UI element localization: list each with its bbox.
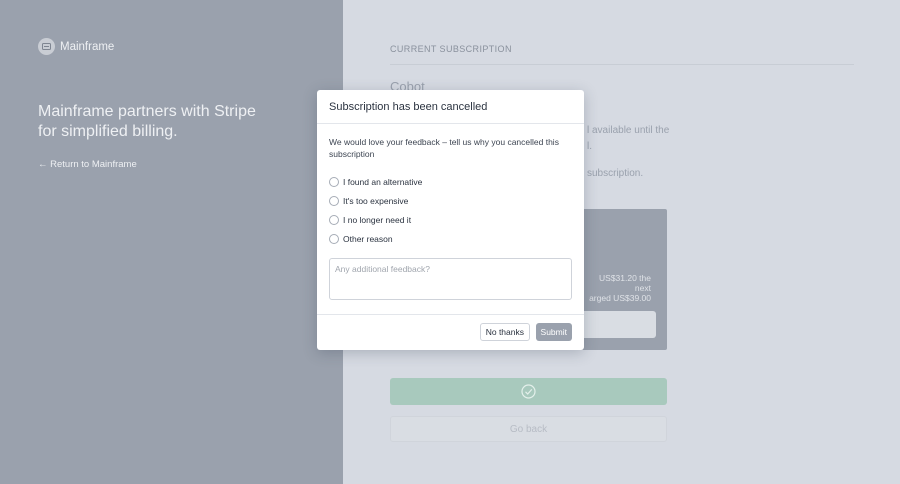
confirm-button[interactable] <box>390 378 667 405</box>
radio-button[interactable] <box>329 214 339 225</box>
modal-footer: No thanks Submit <box>317 314 584 350</box>
reason-option-alternative[interactable]: I found an alternative <box>329 172 572 191</box>
reason-option-no-longer-need[interactable]: I no longer need it <box>329 210 572 229</box>
feedback-prompt: We would love your feedback – tell us wh… <box>329 137 559 159</box>
reason-options: I found an alternative It's too expensiv… <box>329 172 572 248</box>
reason-option-other[interactable]: Other reason <box>329 229 572 248</box>
feedback-textarea[interactable] <box>329 258 572 300</box>
no-thanks-button[interactable]: No thanks <box>479 323 530 341</box>
mainframe-logo-icon <box>38 38 55 55</box>
cancellation-modal: Subscription has been cancelled We would… <box>317 90 584 350</box>
reason-option-expensive[interactable]: It's too expensive <box>329 191 572 210</box>
brand-panel: Mainframe Mainframe partners with Stripe… <box>0 0 343 484</box>
reason-label: I found an alternative <box>343 176 423 187</box>
brand-name: Mainframe <box>60 40 115 53</box>
check-circle-icon <box>521 384 536 399</box>
reason-label: Other reason <box>343 233 393 244</box>
brand-tagline: Mainframe partners with Stripe for simpl… <box>38 103 256 140</box>
divider <box>390 64 854 65</box>
radio-button[interactable] <box>329 195 339 206</box>
summary-card-line: arged US$39.00 <box>589 293 651 303</box>
brand: Mainframe <box>38 38 114 55</box>
summary-card-text: US$31.20 the next arged US$39.00 <box>581 273 651 303</box>
submit-button[interactable]: Submit <box>535 323 572 341</box>
reason-label: I no longer need it <box>343 214 412 225</box>
notice-text-end: l. <box>587 141 592 152</box>
notice-text: l available until the <box>587 125 670 136</box>
return-link[interactable]: ← Return to Mainframe <box>38 159 137 170</box>
section-label: CURRENT SUBSCRIPTION <box>390 44 512 54</box>
go-back-button[interactable]: Go back <box>390 416 667 442</box>
modal-body: We would love your feedback – tell us wh… <box>317 124 584 300</box>
notice-text-2: subscription. <box>587 168 644 179</box>
summary-card-line: US$31.20 the next <box>599 273 651 293</box>
modal-title: Subscription has been cancelled <box>329 100 488 113</box>
reason-label: It's too expensive <box>343 195 409 206</box>
radio-button[interactable] <box>329 233 339 244</box>
modal-header: Subscription has been cancelled <box>317 90 584 124</box>
radio-button[interactable] <box>329 176 339 187</box>
